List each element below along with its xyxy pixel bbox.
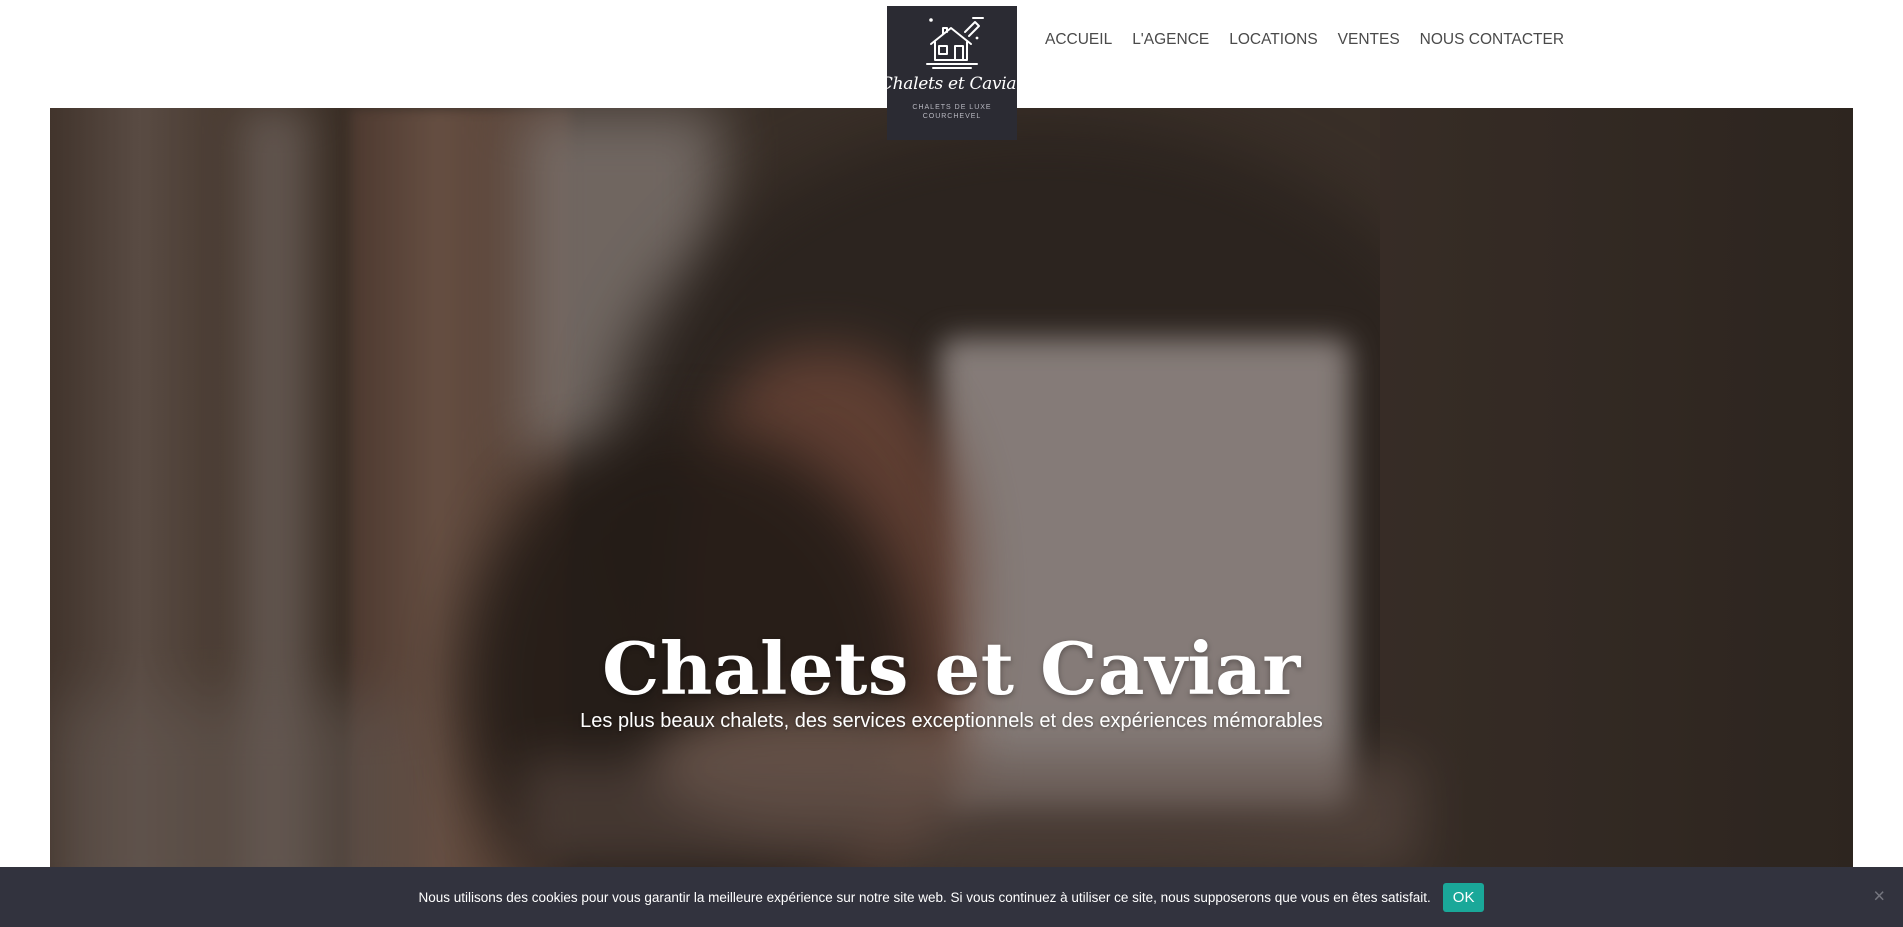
cookie-banner: Nous utilisons des cookies pour vous gar… xyxy=(0,867,1903,927)
hero-section: Chalets et Caviar Les plus beaux chalets… xyxy=(50,108,1853,927)
nav-item-accueil[interactable]: ACCUEIL xyxy=(1045,28,1122,52)
logo-tagline-1: CHALETS DE LUXE xyxy=(912,104,992,111)
logo-name: Chalets et Caviar xyxy=(879,74,1025,94)
cookie-text: Nous utilisons des cookies pour vous gar… xyxy=(418,889,1431,905)
close-icon[interactable]: × xyxy=(1873,886,1885,909)
nav-item-ventes[interactable]: VENTES xyxy=(1328,28,1410,52)
hero-title: Chalets et Caviar xyxy=(602,626,1301,712)
main-nav: ACCUEIL L'AGENCE LOCATIONS VENTES NOUS C… xyxy=(1045,28,1574,52)
house-logo-icon xyxy=(926,17,984,69)
nav-item-locations[interactable]: LOCATIONS xyxy=(1219,28,1327,52)
nav-item-agence[interactable]: L'AGENCE xyxy=(1122,28,1219,52)
nav-item-contact[interactable]: NOUS CONTACTER xyxy=(1410,28,1574,52)
cookie-ok-button[interactable]: OK xyxy=(1442,882,1485,912)
hero-subtitle: Les plus beaux chalets, des services exc… xyxy=(580,710,1323,732)
site-logo[interactable]: Chalets et Caviar CHALETS DE LUXE COURCH… xyxy=(880,6,1024,140)
logo-tagline-2: COURCHEVEL xyxy=(922,113,982,120)
